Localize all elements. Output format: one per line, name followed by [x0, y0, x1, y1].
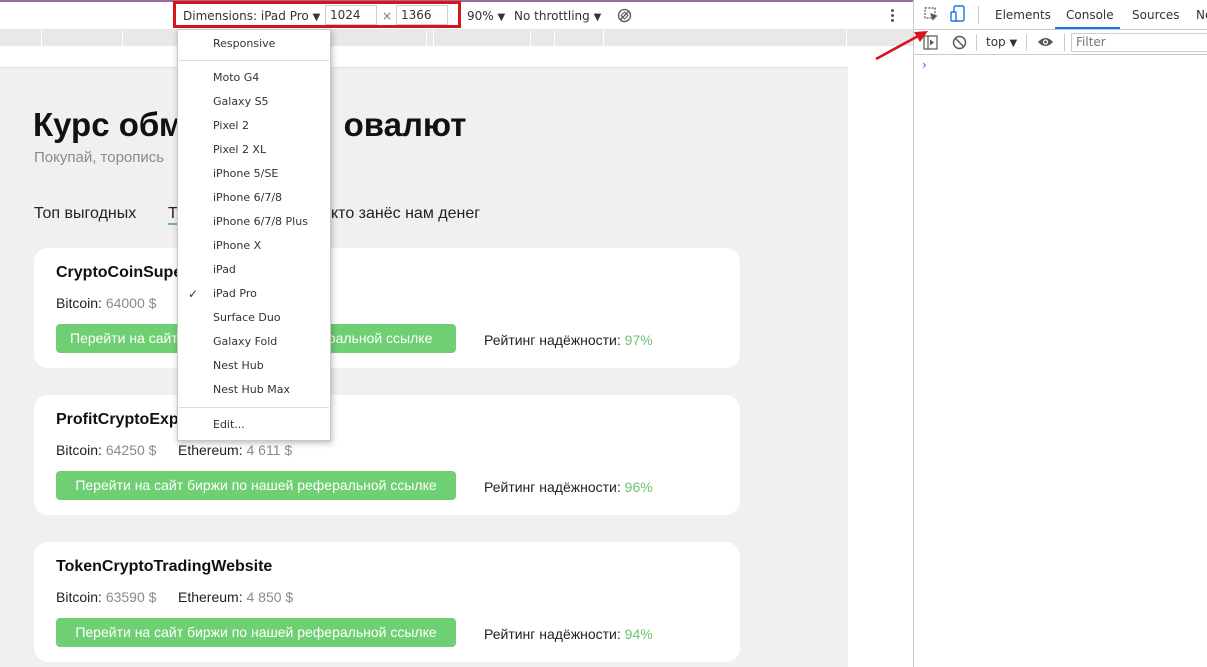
toolbar-divider [976, 34, 977, 51]
device-option[interactable]: Pixel 2 [178, 114, 330, 138]
exchange-name: CryptoCoinSuper [56, 264, 189, 281]
device-option-edit[interactable]: Edit... [178, 413, 330, 437]
throttling-dropdown[interactable]: No throttling ▼ [514, 9, 601, 25]
device-option-responsive[interactable]: Responsive [178, 32, 330, 56]
inspect-element-icon[interactable] [924, 7, 939, 22]
tab-console[interactable]: Console [1066, 8, 1114, 22]
tab-sources[interactable]: Sources [1132, 8, 1179, 22]
device-option[interactable]: iPhone 6/7/8 Plus [178, 210, 330, 234]
device-option[interactable]: Pixel 2 XL [178, 138, 330, 162]
checkmark-icon: ✓ [188, 287, 199, 301]
device-toolbar-toggle-icon[interactable] [950, 5, 966, 23]
reliability-rating: Рейтинг надёжности: 94% [484, 626, 653, 642]
referral-link-button[interactable]: Перейти на сайт биржи по нашей реферальн… [56, 618, 456, 647]
device-option[interactable]: Nest Hub [178, 354, 330, 378]
referral-link-button[interactable]: Перейти на сайт биржи по нашей реферальн… [56, 471, 456, 500]
eye-icon[interactable] [1037, 36, 1054, 48]
annotation-arrow-icon [875, 31, 928, 61]
device-option[interactable]: iPhone 5/SE [178, 162, 330, 186]
exchange-card: ProfitCryptoExpe Bitcoin: 64250 $ Ethere… [34, 395, 740, 515]
device-option[interactable]: iPhone 6/7/8 [178, 186, 330, 210]
toolbar-divider [978, 6, 979, 24]
menu-divider [179, 407, 329, 408]
context-label: top [986, 35, 1006, 49]
console-toolbar: top ▼ Filter [914, 30, 1207, 55]
coin-price: Bitcoin: 63590 $ [56, 589, 157, 605]
caret-down-icon: ▼ [497, 12, 506, 23]
caret-down-icon: ▼ [1009, 38, 1018, 49]
reliability-rating: Рейтинг надёжности: 96% [484, 479, 653, 495]
page-content: Курс обмеовалют Покупай, торописьь Топ в… [0, 67, 848, 667]
coin-price: Ethereum: 4 850 $ [178, 589, 294, 605]
zoom-dropdown[interactable]: 90% ▼ [467, 9, 505, 25]
exchange-name: TokenCryptoTradingWebsite [56, 558, 273, 575]
active-tab-indicator [1055, 27, 1120, 29]
media-query-ruler [0, 30, 913, 46]
device-option[interactable]: Galaxy S5 [178, 90, 330, 114]
throttling-label: No throttling [514, 9, 590, 23]
toolbar-divider [1064, 34, 1065, 51]
device-option[interactable]: iPhone X [178, 234, 330, 258]
exchange-card: TokenCryptoTradingWebsite Bitcoin: 63590… [34, 542, 740, 662]
menu-divider [179, 60, 329, 61]
reliability-rating: Рейтинг надёжности: 97% [484, 332, 653, 348]
device-option-selected[interactable]: iPad Pro [178, 282, 330, 306]
zoom-label: 90% [467, 9, 494, 23]
device-list-menu: Responsive Moto G4 Galaxy S5 Pixel 2 Pix… [177, 29, 331, 441]
clear-console-icon[interactable] [952, 35, 967, 50]
devtools-panel: Elements Console Sources Ne top ▼ Filter… [913, 0, 1207, 667]
tab-paid[interactable]: кто занёс нам денег [331, 205, 480, 223]
caret-down-icon: ▼ [593, 12, 602, 23]
annotation-highlight-box [173, 1, 461, 28]
tab-network[interactable]: Ne [1196, 8, 1207, 22]
tab-top-profitable[interactable]: Топ выгодных [34, 205, 136, 223]
coin-price: Bitcoin: 64250 $ [56, 442, 157, 458]
tab-elements[interactable]: Elements [995, 8, 1051, 22]
device-option[interactable]: Moto G4 [178, 66, 330, 90]
exchange-name: ProfitCryptoExpe [56, 411, 188, 428]
device-option[interactable]: Nest Hub Max [178, 378, 330, 402]
context-selector[interactable]: top ▼ [986, 35, 1017, 51]
device-option[interactable]: Galaxy Fold [178, 330, 330, 354]
coin-price: Ethereum: 4 611 $ [178, 442, 293, 458]
device-option[interactable]: iPad [178, 258, 330, 282]
rotate-icon[interactable] [617, 8, 632, 23]
devtools-tab-bar: Elements Console Sources Ne [914, 0, 1207, 30]
console-filter-input[interactable]: Filter [1071, 33, 1207, 52]
coin-price: Bitcoin: 64000 $ [56, 295, 157, 311]
exchange-card: CryptoCoinSuper Bitcoin: 64000 $ Перейти… [34, 248, 740, 368]
emulated-viewport: Курс обмеовалют Покупай, торописьь Топ в… [0, 46, 913, 667]
device-option[interactable]: Surface Duo [178, 306, 330, 330]
toolbar-divider [1026, 34, 1027, 51]
more-options-icon[interactable] [890, 8, 894, 24]
